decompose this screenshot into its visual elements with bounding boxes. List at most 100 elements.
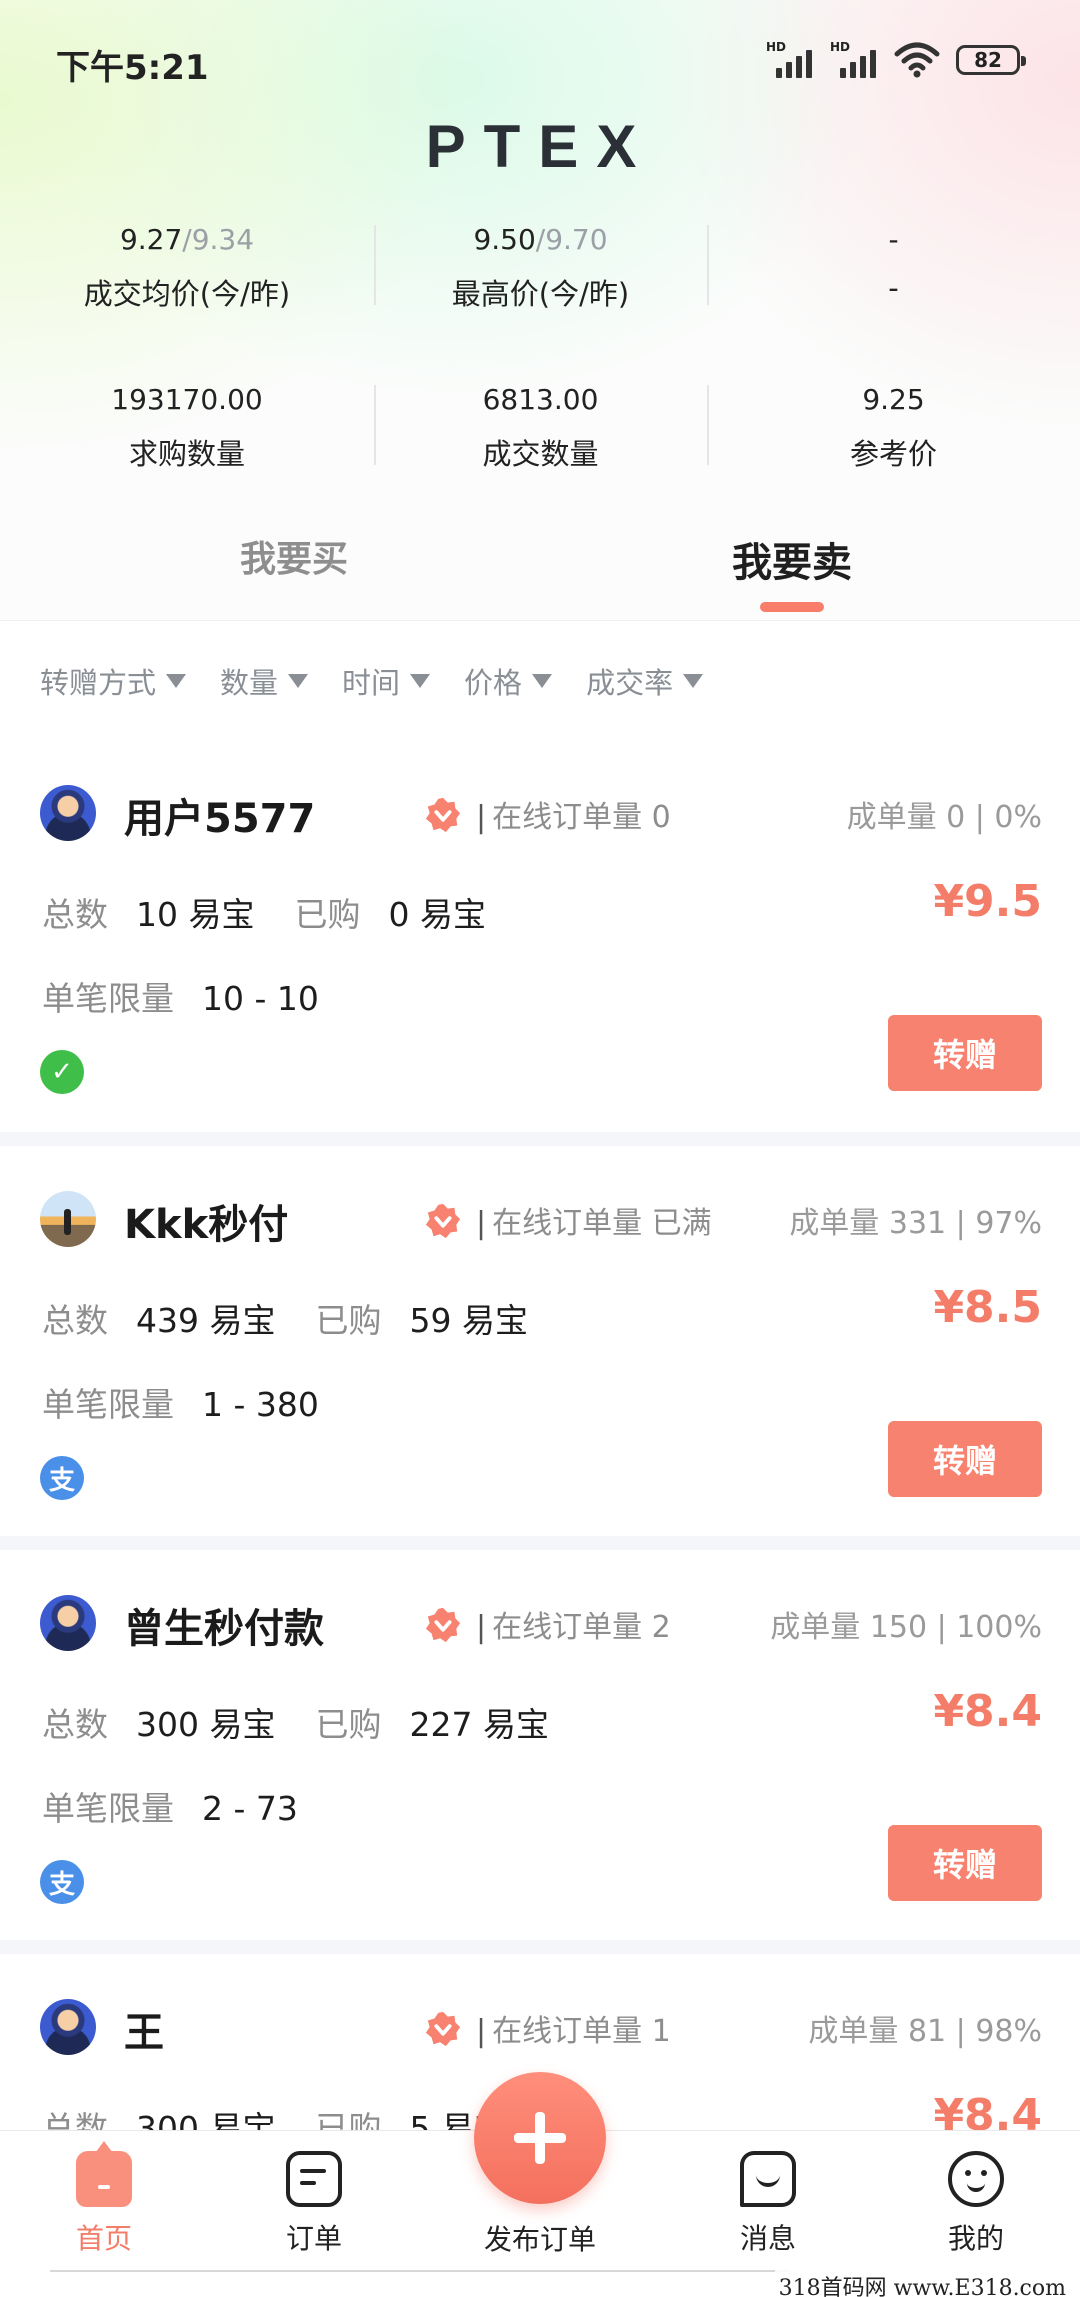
online-orders-value: 2	[651, 1610, 671, 1645]
publish-order-button[interactable]	[474, 2072, 606, 2204]
deals-label: 成单量	[808, 2014, 899, 2049]
dropdown-triangle-icon	[410, 673, 431, 688]
deals-count: 81	[907, 2014, 947, 2049]
alipay-icon: 支	[40, 1456, 84, 1500]
transfer-button[interactable]: 转赠	[888, 1015, 1042, 1091]
filter-label: 时间	[342, 665, 401, 700]
high-price-label: 最高价(今/昨)	[451, 277, 630, 311]
stats-row-quantities: 193170.00 求购数量 6813.00 成交数量 9.25 参考价	[0, 375, 1080, 473]
deal-qty-label: 成交数量	[482, 437, 599, 471]
total-value: 439 易宝	[136, 1301, 276, 1340]
nav-orders[interactable]: 订单	[254, 2151, 374, 2257]
limit-value: 10 - 10	[202, 979, 319, 1018]
publish-order-label[interactable]: 发布订单	[440, 2218, 640, 2258]
nav-home[interactable]: 首页	[44, 2151, 164, 2257]
deal-stats: 成单量 0 | 0%	[846, 800, 1042, 835]
trade-tabs: 我要买 我要卖	[0, 530, 1080, 620]
transfer-button[interactable]: 转赠	[888, 1825, 1042, 1901]
nav-label: 首页	[75, 2222, 132, 2255]
filter-time[interactable]: 时间	[342, 660, 431, 702]
avatar[interactable]	[40, 1999, 96, 2055]
limit-label: 单笔限量	[42, 1789, 174, 1828]
total-value: 300 易宝	[136, 1705, 276, 1744]
online-orders: | 在线订单量 0	[476, 800, 671, 835]
high-price-today: 9.50	[473, 223, 536, 256]
dropdown-triangle-icon	[166, 673, 187, 688]
bought-label: 已购	[315, 1705, 382, 1744]
nav-messages[interactable]: 消息	[708, 2151, 828, 2257]
deals-rate: 98%	[975, 2014, 1042, 2049]
nav-label: 订单	[285, 2222, 342, 2255]
nav-me[interactable]: 我的	[916, 2151, 1036, 2257]
filter-bar: 转赠方式 数量 时间 价格 成交率	[0, 620, 1080, 740]
listing-list: 用户5577 | 在线订单量 0 成单量 0 | 0% 总数 10 易宝 已购 0 易宝…	[0, 740, 1080, 2297]
avatar[interactable]	[40, 785, 96, 841]
listing-card[interactable]: 用户5577 | 在线订单量 0 成单量 0 | 0% 总数 10 易宝 已购 0 易宝…	[0, 740, 1080, 1132]
filter-quantity[interactable]: 数量	[220, 660, 309, 702]
avatar[interactable]	[40, 1595, 96, 1651]
seller-name: 王	[124, 2010, 164, 2056]
quantity-row: 总数 439 易宝 已购 59 易宝	[42, 1294, 568, 1342]
filter-transfer-method[interactable]: 转赠方式	[40, 660, 187, 702]
nav-label: 我的	[947, 2222, 1004, 2255]
deals-count: 0	[946, 800, 966, 835]
status-time: 下午5:21	[56, 48, 209, 88]
listing-card[interactable]: Kkk秒付 | 在线订单量 已满 成单量 331 | 97% 总数 439 易宝 已购…	[0, 1146, 1080, 1536]
total-label: 总数	[42, 895, 108, 934]
wifi-icon	[894, 42, 940, 78]
stat-avg-price: 9.27/9.34 成交均价(今/昨)	[0, 215, 374, 313]
tab-active-indicator	[760, 602, 824, 612]
transfer-button[interactable]: 转赠	[888, 1421, 1042, 1497]
listing-card[interactable]: 曾生秒付款 | 在线订单量 2 成单量 150 | 100% 总数 300 易宝 已购…	[0, 1550, 1080, 1940]
filter-deal-rate[interactable]: 成交率	[586, 660, 704, 702]
online-orders-label: 在线订单量	[492, 1206, 643, 1241]
watermark: 318首码网 www.E318.com	[774, 2270, 1070, 2297]
limit-row: 单笔限量 1 - 380	[42, 1378, 319, 1426]
ref-price-value: 9.25	[862, 383, 925, 416]
deals-label: 成单量	[846, 800, 937, 835]
online-orders-label: 在线订单量	[492, 1610, 643, 1645]
smiley-icon	[948, 2151, 1004, 2207]
online-orders: | 在线订单量 1	[476, 2014, 671, 2049]
third-label: -	[888, 271, 899, 305]
bought-value: 59 易宝	[409, 1301, 528, 1340]
high-price-yesterday: /9.70	[535, 223, 608, 256]
tab-buy[interactable]: 我要买	[240, 530, 348, 582]
seller-name: 曾生秒付款	[124, 1606, 324, 1652]
filter-label: 转赠方式	[40, 665, 157, 700]
filter-price[interactable]: 价格	[464, 660, 553, 702]
status-icons: HD HD 82	[766, 40, 1026, 78]
verified-badge-icon	[425, 1203, 461, 1239]
total-value: 10 易宝	[136, 895, 255, 934]
deals-rate: 97%	[975, 1206, 1042, 1241]
header: 下午5:21 HD HD 82 PTEX 9.27/9.34 成交均价(今/昨)…	[0, 0, 1080, 620]
battery-icon: 82	[956, 45, 1026, 75]
deal-stats: 成单量 81 | 98%	[808, 2014, 1042, 2049]
tab-sell[interactable]: 我要卖	[732, 530, 852, 588]
seller-name: 用户5577	[124, 796, 316, 842]
home-icon	[76, 2151, 132, 2207]
stat-ref-price: 9.25 参考价	[707, 375, 1080, 473]
bought-label: 已购	[294, 895, 361, 934]
deals-count: 150	[869, 1610, 928, 1645]
dropdown-triangle-icon	[532, 673, 553, 688]
bought-value: 227 易宝	[409, 1705, 549, 1744]
avg-price-today: 9.27	[119, 223, 183, 256]
bought-label: 已购	[315, 1301, 382, 1340]
verified-badge-icon	[425, 1607, 461, 1643]
total-label: 总数	[42, 1301, 108, 1340]
filter-label: 成交率	[586, 665, 674, 700]
deals-rate: 100%	[956, 1610, 1042, 1645]
stat-third: - -	[707, 215, 1080, 313]
filter-label: 价格	[464, 665, 523, 700]
online-orders: | 在线订单量 已满	[476, 1206, 712, 1241]
verified-badge-icon	[425, 2011, 461, 2047]
page: 下午5:21 HD HD 82 PTEX 9.27/9.34 成交均价(今/昨)…	[0, 0, 1080, 2297]
deal-stats: 成单量 331 | 97%	[789, 1206, 1042, 1241]
app-title: PTEX	[425, 113, 655, 180]
stat-buy-qty: 193170.00 求购数量	[0, 375, 374, 473]
online-orders-value: 已满	[651, 1206, 712, 1241]
avatar[interactable]	[40, 1191, 96, 1247]
order-icon	[286, 2151, 342, 2207]
limit-label: 单笔限量	[42, 1385, 174, 1424]
